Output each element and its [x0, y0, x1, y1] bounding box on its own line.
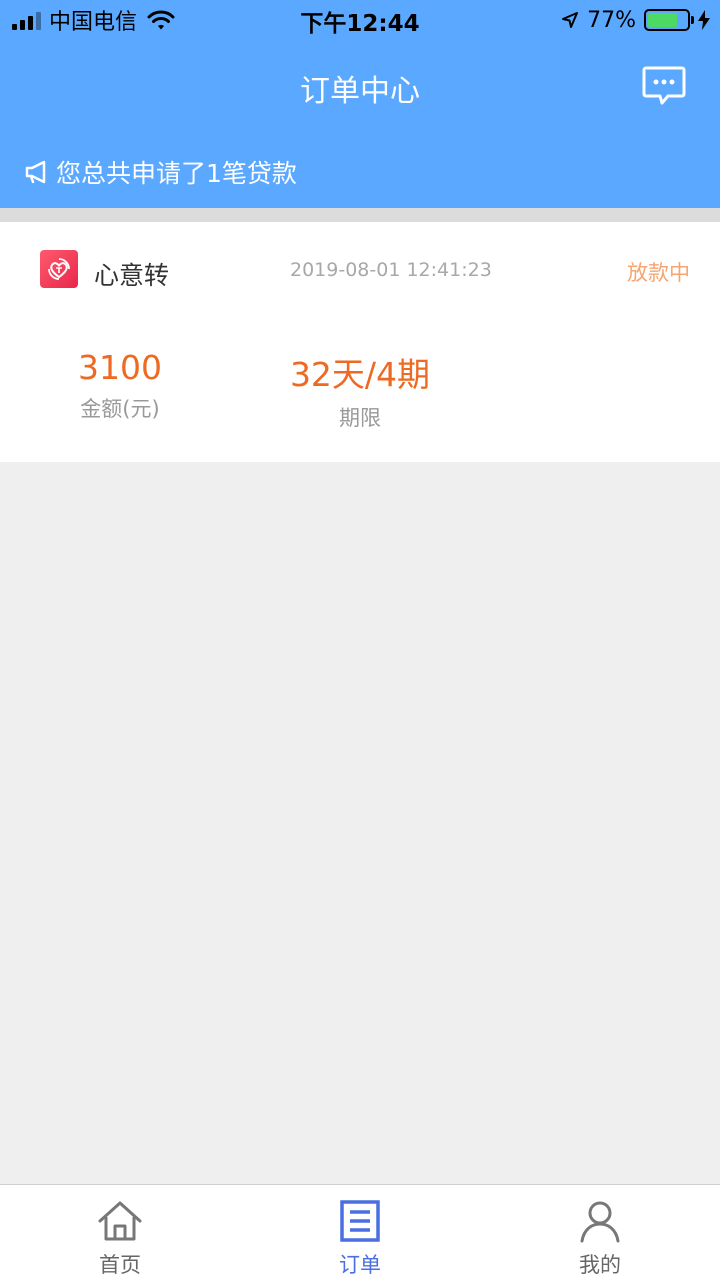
message-button[interactable] — [642, 66, 686, 106]
status-right: 77% — [561, 6, 710, 34]
term-value: 32天/4期 — [289, 355, 431, 394]
tab-orders-label: 订单 — [339, 1253, 381, 1277]
battery-icon — [644, 9, 694, 31]
order-card[interactable]: 心意转 2019-08-01 12:41:23 放款中 3100 金额(元) 3… — [0, 222, 720, 462]
amount-label: 金额(元) — [80, 397, 160, 421]
home-icon — [98, 1201, 142, 1241]
loan-notice: 您总共申请了1笔贷款 — [24, 154, 297, 190]
profile-icon — [580, 1201, 620, 1243]
tab-home[interactable]: 首页 — [0, 1185, 240, 1280]
term-stat: 32天/4期 期限 — [260, 348, 460, 432]
product-logo — [40, 250, 78, 288]
status-bar: 中国电信 下午12:44 77% — [0, 0, 720, 40]
heart-transfer-icon — [48, 258, 70, 280]
product-name: 心意转 — [94, 261, 170, 290]
loan-notice-text: 您总共申请了1笔贷款 — [56, 159, 297, 188]
term-label: 期限 — [339, 406, 381, 430]
tab-profile-label: 我的 — [579, 1253, 621, 1277]
order-time: 2019-08-01 12:41:23 — [290, 259, 492, 281]
page-title: 订单中心 — [300, 74, 420, 109]
tab-home-label: 首页 — [99, 1253, 141, 1277]
order-list-icon — [340, 1200, 380, 1242]
order-status-badge: 放款中 — [627, 261, 690, 285]
battery-percent: 77% — [587, 7, 636, 33]
megaphone-icon — [25, 160, 46, 184]
amount-stat: 3100 金额(元) — [40, 348, 200, 423]
order-center-page: 中国电信 下午12:44 77% 订单中心 您总共申请了1笔贷款 心意转 201… — [0, 0, 720, 1280]
section-divider — [0, 208, 720, 222]
amount-value: 3100 — [78, 348, 162, 387]
charging-bolt-icon — [698, 10, 710, 30]
battery-fill — [648, 13, 678, 27]
location-arrow-icon — [562, 12, 579, 28]
tab-profile[interactable]: 我的 — [480, 1185, 720, 1280]
header: 中国电信 下午12:44 77% 订单中心 您总共申请了1笔贷款 — [0, 0, 720, 208]
message-icon — [642, 66, 686, 105]
tab-orders[interactable]: 订单 — [240, 1185, 480, 1280]
tab-bar: 首页 订单 我的 — [0, 1184, 720, 1280]
